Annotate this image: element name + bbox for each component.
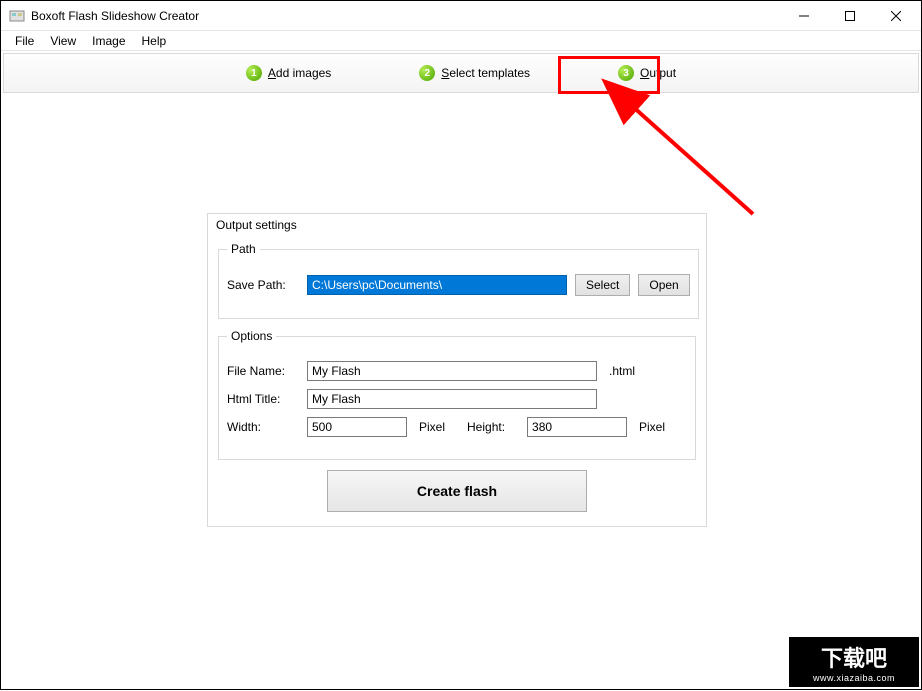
step1-accel: A [268,66,276,80]
save-path-input[interactable] [307,275,567,295]
step-select-templates[interactable]: 2 Select templates [405,61,544,85]
app-icon [9,8,25,24]
window-controls [781,1,919,31]
output-settings-label: Output settings [208,214,706,232]
maximize-button[interactable] [827,1,873,31]
open-path-button[interactable]: Open [638,274,689,296]
minimize-icon [799,11,809,21]
file-name-input[interactable] [307,361,597,381]
minimize-button[interactable] [781,1,827,31]
step3-text: utput [649,66,676,80]
maximize-icon [845,11,855,21]
watermark: 下载吧 www.xiazaiba.com [789,637,919,687]
menu-bar: File View Image Help [1,31,921,51]
height-unit: Pixel [639,420,665,434]
close-button[interactable] [873,1,919,31]
watermark-text: 下载吧 [821,641,887,673]
path-legend: Path [227,242,260,256]
watermark-url: www.xiazaiba.com [813,673,895,683]
height-label: Height: [467,420,519,434]
save-path-label: Save Path: [227,278,299,292]
step-add-images[interactable]: 1 Add images [232,61,345,85]
options-legend: Options [227,329,276,343]
options-group: Options File Name: .html Html Title: Wid… [218,329,696,460]
step-output[interactable]: 3 Output [604,61,690,85]
step-number-icon: 3 [618,65,634,81]
step3-accel: O [640,66,649,80]
step1-text: dd images [276,66,331,80]
create-flash-button[interactable]: Create flash [327,470,587,512]
step-bar: 1 Add images 2 Select templates 3 Output [3,53,919,93]
title-bar: Boxoft Flash Slideshow Creator [1,1,921,31]
output-settings-panel: Output settings Path Save Path: Select O… [207,213,707,527]
width-label: Width: [227,420,299,434]
window-title: Boxoft Flash Slideshow Creator [31,9,781,23]
menu-image[interactable]: Image [84,32,133,50]
step-number-icon: 2 [419,65,435,81]
html-title-label: Html Title: [227,392,299,406]
step2-text: elect templates [449,66,530,80]
close-icon [891,11,901,21]
file-extension-label: .html [609,364,635,378]
width-input[interactable] [307,417,407,437]
menu-file[interactable]: File [7,32,42,50]
select-path-button[interactable]: Select [575,274,630,296]
path-group: Path Save Path: Select Open [218,242,699,319]
menu-help[interactable]: Help [134,32,175,50]
width-unit: Pixel [419,420,445,434]
file-name-label: File Name: [227,364,299,378]
html-title-input[interactable] [307,389,597,409]
step-number-icon: 1 [246,65,262,81]
height-input[interactable] [527,417,627,437]
menu-view[interactable]: View [42,32,84,50]
